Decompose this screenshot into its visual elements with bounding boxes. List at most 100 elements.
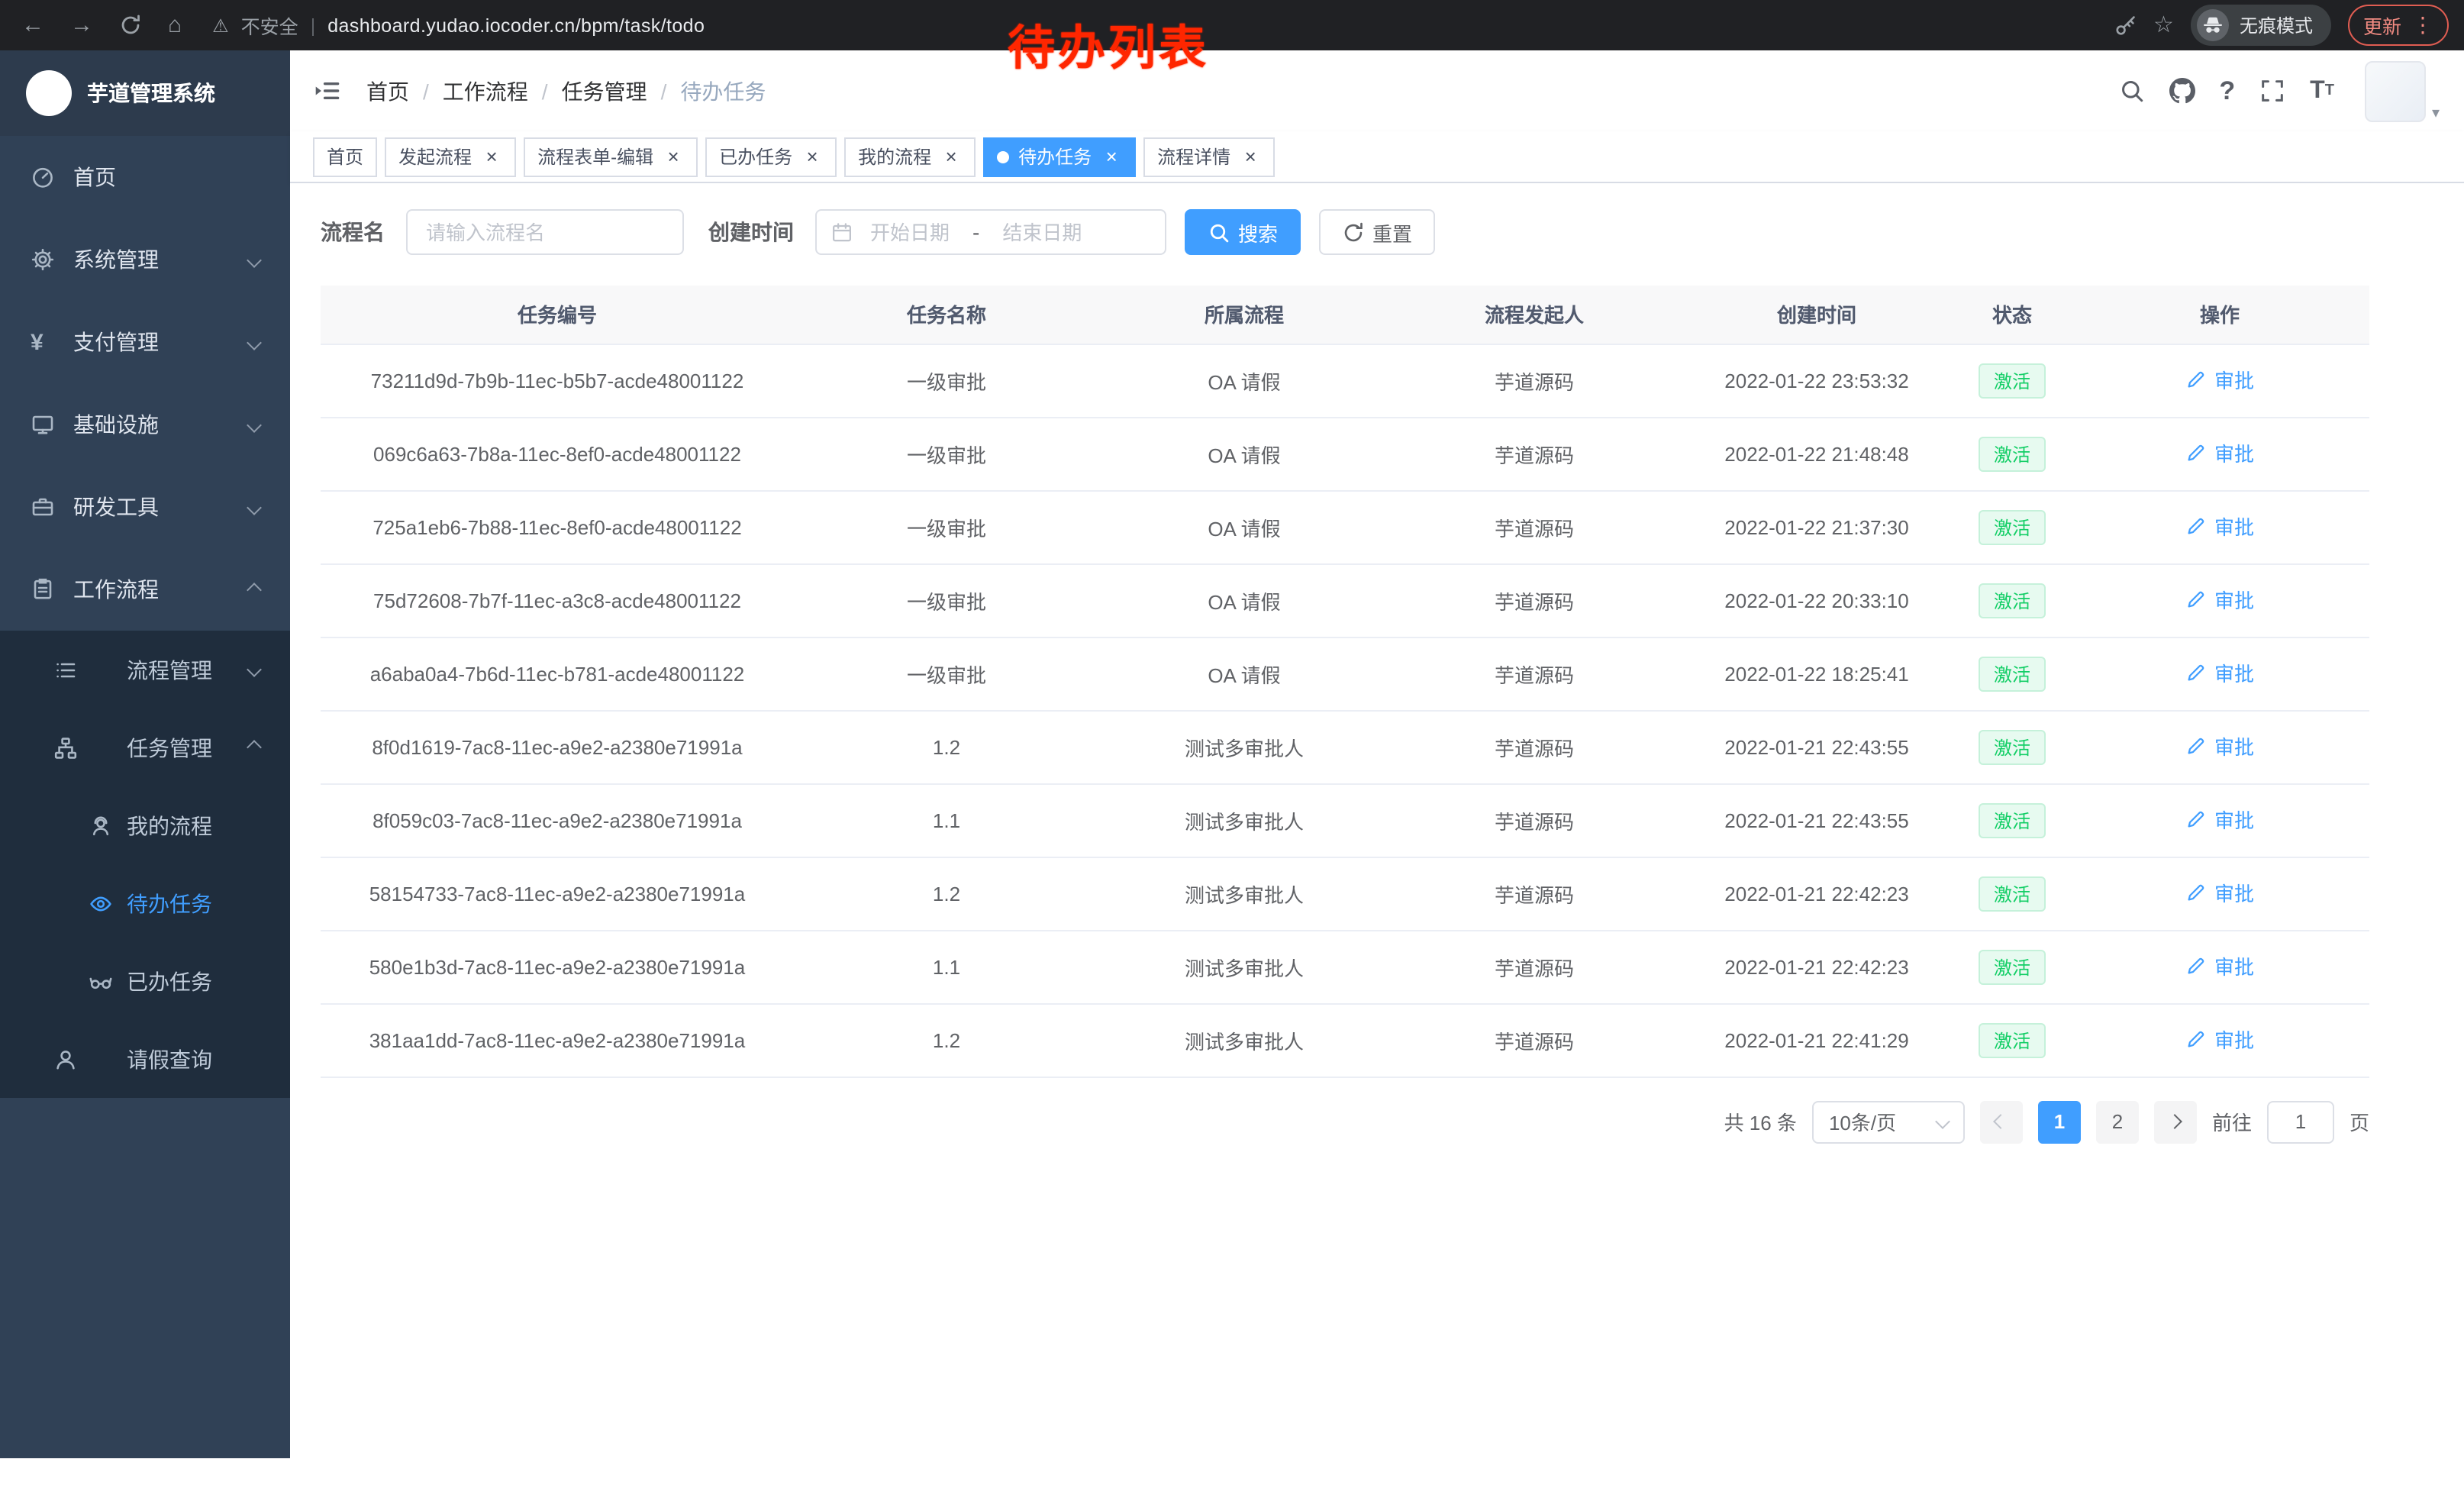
sidebar-item-label: 请假查询 bbox=[0, 1044, 212, 1074]
close-icon[interactable]: × bbox=[1101, 146, 1122, 167]
close-icon[interactable]: × bbox=[940, 146, 962, 167]
tab-home[interactable]: 首页 bbox=[313, 137, 377, 176]
sidebar-item-dev-tools[interactable]: 研发工具 bbox=[0, 466, 290, 548]
header-actions: ? TT ▾ bbox=[2118, 60, 2440, 121]
github-icon[interactable] bbox=[2169, 78, 2195, 104]
end-date-input[interactable] bbox=[985, 221, 1098, 244]
edit-pencil-icon bbox=[2185, 808, 2208, 831]
cell-process: 测试多审批人 bbox=[1099, 1003, 1389, 1077]
sidebar-item-payment[interactable]: ¥ 支付管理 bbox=[0, 301, 290, 383]
sidebar-item-process-management[interactable]: 流程管理 bbox=[0, 631, 290, 709]
font-size-icon[interactable]: TT bbox=[2310, 77, 2334, 105]
tab-todo-tasks[interactable]: 待办任务 × bbox=[983, 137, 1136, 176]
search-icon[interactable] bbox=[2118, 78, 2144, 104]
approve-link-label: 审批 bbox=[2214, 731, 2254, 760]
update-button[interactable]: 更新 ⋮ bbox=[2348, 5, 2449, 46]
approve-link[interactable]: 审批 bbox=[2185, 731, 2254, 760]
workflow-submenu: 流程管理 任务管理 我的流程 bbox=[0, 631, 290, 1098]
yen-icon: ¥ bbox=[31, 331, 58, 353]
sidebar-item-my-processes[interactable]: 我的流程 bbox=[0, 786, 290, 864]
page-button-1[interactable]: 1 bbox=[2038, 1100, 2081, 1143]
cell-task-name: 一级审批 bbox=[794, 344, 1099, 417]
sidebar-item-leave-query[interactable]: 请假查询 bbox=[0, 1020, 290, 1098]
approve-link-label: 审批 bbox=[2214, 878, 2254, 907]
page-size-select[interactable]: 10条/页 bbox=[1812, 1100, 1965, 1143]
back-icon[interactable]: ← bbox=[21, 14, 44, 37]
sidebar-item-task-management[interactable]: 任务管理 bbox=[0, 709, 290, 786]
approve-link-label: 审批 bbox=[2214, 365, 2254, 394]
fullscreen-icon[interactable] bbox=[2259, 78, 2285, 104]
sidebar-collapse-icon[interactable] bbox=[314, 78, 340, 104]
prev-page-button[interactable] bbox=[1980, 1100, 2023, 1143]
forward-icon[interactable]: → bbox=[70, 14, 93, 37]
tab-process-form-edit[interactable]: 流程表单-编辑 × bbox=[524, 137, 698, 176]
sidebar-menu: 首页 系统管理 ¥ 支付管理 bbox=[0, 136, 290, 1098]
tab-my-processes[interactable]: 我的流程 × bbox=[844, 137, 976, 176]
cell-create-time: 2022-01-21 22:43:55 bbox=[1679, 710, 1954, 783]
approve-link[interactable]: 审批 bbox=[2185, 438, 2254, 467]
key-icon[interactable] bbox=[2114, 14, 2137, 37]
tab-process-detail[interactable]: 流程详情 × bbox=[1143, 137, 1275, 176]
edit-pencil-icon bbox=[2185, 661, 2208, 684]
chevron-down-icon bbox=[247, 662, 262, 677]
help-icon[interactable]: ? bbox=[2219, 76, 2235, 106]
next-page-button[interactable] bbox=[2154, 1100, 2197, 1143]
cell-actions: 审批 bbox=[2070, 857, 2369, 930]
close-icon[interactable]: × bbox=[801, 146, 823, 167]
sidebar-item-infrastructure[interactable]: 基础设施 bbox=[0, 383, 290, 466]
sidebar-item-todo-tasks[interactable]: 待办任务 bbox=[0, 864, 290, 942]
app-logo[interactable]: 芋道管理系统 bbox=[0, 50, 290, 136]
pagination: 共 16 条 10条/页 1 2 前往 页 bbox=[321, 1100, 2369, 1143]
approve-link[interactable]: 审批 bbox=[2185, 658, 2254, 687]
goto-page-input[interactable] bbox=[2267, 1100, 2334, 1143]
app-header: 首页 / 工作流程 / 任务管理 / 待办任务 ? bbox=[290, 50, 2464, 131]
reset-button[interactable]: 重置 bbox=[1319, 209, 1435, 255]
close-icon[interactable]: × bbox=[663, 146, 684, 167]
page-button-2[interactable]: 2 bbox=[2096, 1100, 2139, 1143]
sidebar-item-home[interactable]: 首页 bbox=[0, 136, 290, 218]
close-icon[interactable]: × bbox=[1240, 146, 1261, 167]
approve-link-label: 审批 bbox=[2214, 1025, 2254, 1054]
start-date-input[interactable] bbox=[853, 221, 966, 244]
edit-pencil-icon bbox=[2185, 515, 2208, 537]
cell-actions: 审批 bbox=[2070, 930, 2369, 1003]
page-unit-label: 页 bbox=[2350, 1107, 2369, 1136]
headset-person-icon bbox=[89, 813, 116, 838]
process-name-input[interactable] bbox=[406, 209, 684, 255]
avatar-dropdown-caret-icon[interactable]: ▾ bbox=[2432, 105, 2440, 121]
approve-link[interactable]: 审批 bbox=[2185, 805, 2254, 834]
status-badge: 激活 bbox=[1979, 1022, 2046, 1057]
breadcrumb-home[interactable]: 首页 bbox=[366, 76, 409, 106]
tab-start-process[interactable]: 发起流程 × bbox=[385, 137, 516, 176]
browser-menu-icon[interactable]: ⋮ bbox=[2412, 12, 2433, 38]
reload-icon[interactable] bbox=[119, 14, 142, 37]
goto-label: 前往 bbox=[2212, 1107, 2252, 1136]
bookmark-star-icon[interactable]: ☆ bbox=[2153, 14, 2174, 37]
cell-task-name: 1.2 bbox=[794, 710, 1099, 783]
approve-link[interactable]: 审批 bbox=[2185, 878, 2254, 907]
approve-link[interactable]: 审批 bbox=[2185, 1025, 2254, 1054]
tab-done-tasks[interactable]: 已办任务 × bbox=[705, 137, 837, 176]
cell-actions: 审批 bbox=[2070, 417, 2369, 490]
approve-link[interactable]: 审批 bbox=[2185, 951, 2254, 980]
approve-link[interactable]: 审批 bbox=[2185, 585, 2254, 614]
edit-pencil-icon bbox=[2185, 588, 2208, 611]
process-name-label: 流程名 bbox=[321, 217, 385, 247]
date-range-picker[interactable]: - bbox=[815, 209, 1166, 255]
user-avatar[interactable] bbox=[2365, 60, 2426, 121]
approve-link[interactable]: 审批 bbox=[2185, 365, 2254, 394]
warning-icon: ⚠ bbox=[212, 15, 229, 36]
cell-process: 测试多审批人 bbox=[1099, 857, 1389, 930]
approve-link-label: 审批 bbox=[2214, 658, 2254, 687]
sidebar-item-done-tasks[interactable]: 已办任务 bbox=[0, 942, 290, 1020]
home-icon[interactable]: ⌂ bbox=[168, 14, 182, 37]
approve-link-label: 审批 bbox=[2214, 585, 2254, 614]
sidebar-item-workflow[interactable]: 工作流程 bbox=[0, 548, 290, 631]
close-icon[interactable]: × bbox=[481, 146, 502, 167]
sidebar-item-system[interactable]: 系统管理 bbox=[0, 218, 290, 301]
cell-create-time: 2022-01-22 21:48:48 bbox=[1679, 417, 1954, 490]
breadcrumb-workflow[interactable]: 工作流程 bbox=[443, 76, 528, 106]
approve-link[interactable]: 审批 bbox=[2185, 512, 2254, 541]
breadcrumb-task-management[interactable]: 任务管理 bbox=[562, 76, 647, 106]
search-button[interactable]: 搜索 bbox=[1185, 209, 1301, 255]
